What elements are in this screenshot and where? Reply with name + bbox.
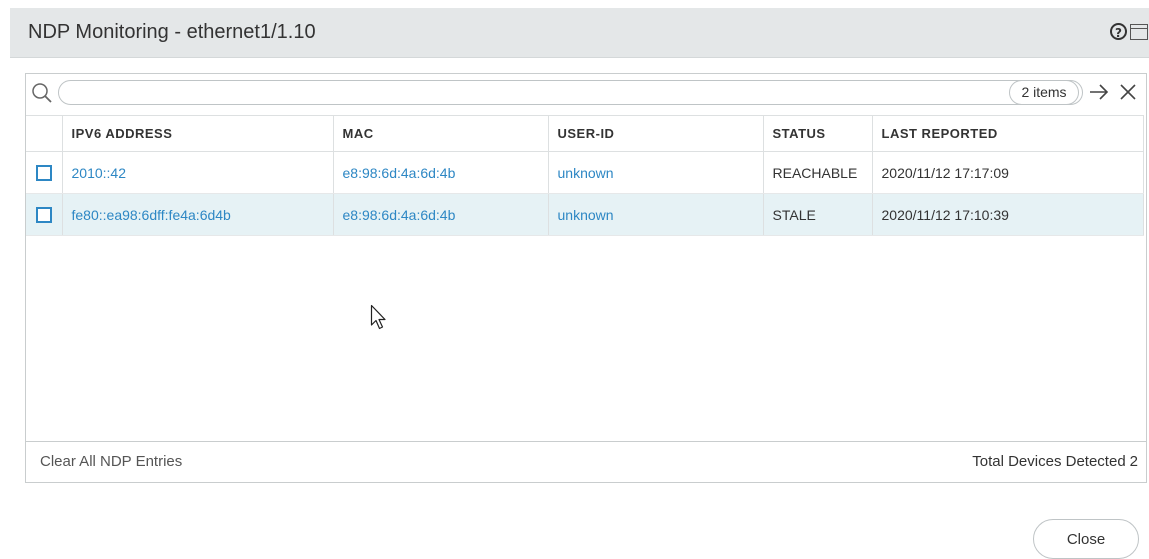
column-header-mac[interactable]: MAC — [333, 115, 549, 152]
row-checkbox[interactable] — [36, 165, 52, 182]
ipv6-address-link[interactable]: fe80::ea98:6dff:fe4a:6d4b — [62, 193, 334, 236]
table-row[interactable]: 2010::42 e8:98:6d:4a:6d:4b unknown REACH… — [26, 151, 1144, 194]
dialog-title: NDP Monitoring - ethernet1/1.10 — [28, 21, 316, 43]
mac-address-link[interactable]: e8:98:6d:4a:6d:4b — [333, 193, 549, 236]
ipv6-address-link[interactable]: 2010::42 — [62, 151, 334, 194]
search-icon — [32, 83, 52, 103]
row-checkbox[interactable] — [36, 207, 52, 224]
ndp-panel: 2 items IPV6 ADDRESS MAC USER-ID STATUS — [25, 73, 1147, 483]
close-icon[interactable] — [1117, 81, 1139, 103]
row-select-cell — [26, 151, 63, 194]
close-button[interactable]: Close — [1033, 519, 1139, 559]
panel-footer: Clear All NDP Entries Total Devices Dete… — [26, 441, 1146, 482]
arrow-right-icon[interactable] — [1088, 81, 1110, 103]
total-devices-detected: Total Devices Detected 2 — [972, 453, 1138, 470]
dialog-header: NDP Monitoring - ethernet1/1.10 ? — [10, 8, 1149, 58]
column-header-user-id[interactable]: USER-ID — [548, 115, 764, 152]
column-header-ipv6[interactable]: IPV6 ADDRESS — [62, 115, 334, 152]
row-select-cell — [26, 193, 63, 236]
header-icons: ? — [1110, 23, 1148, 40]
clear-all-ndp-entries-button[interactable]: Clear All NDP Entries — [40, 453, 182, 470]
user-id-link[interactable]: unknown — [548, 193, 764, 236]
status-cell: STALE — [763, 193, 873, 236]
column-header-status[interactable]: STATUS — [763, 115, 873, 152]
search-input[interactable] — [58, 80, 1083, 105]
help-icon[interactable]: ? — [1110, 23, 1127, 40]
column-header-last-reported[interactable]: LAST REPORTED — [872, 115, 1144, 152]
total-count: 2 — [1129, 453, 1138, 470]
search-row: 2 items — [26, 74, 1146, 114]
mouse-cursor-icon — [370, 304, 386, 330]
status-cell: REACHABLE — [763, 151, 873, 194]
window-icon[interactable] — [1130, 23, 1148, 40]
user-id-link[interactable]: unknown — [548, 151, 764, 194]
total-label: Total Devices Detected — [972, 453, 1126, 470]
last-reported-cell: 2020/11/12 17:17:09 — [872, 151, 1144, 194]
ndp-table: IPV6 ADDRESS MAC USER-ID STATUS LAST REP… — [26, 115, 1144, 236]
mac-address-link[interactable]: e8:98:6d:4a:6d:4b — [333, 151, 549, 194]
last-reported-cell: 2020/11/12 17:10:39 — [872, 193, 1144, 236]
table-header-row: IPV6 ADDRESS MAC USER-ID STATUS LAST REP… — [26, 115, 1144, 152]
select-column-header[interactable] — [26, 115, 63, 152]
table-row[interactable]: fe80::ea98:6dff:fe4a:6d4b e8:98:6d:4a:6d… — [26, 193, 1144, 236]
items-count-badge: 2 items — [1009, 80, 1079, 105]
